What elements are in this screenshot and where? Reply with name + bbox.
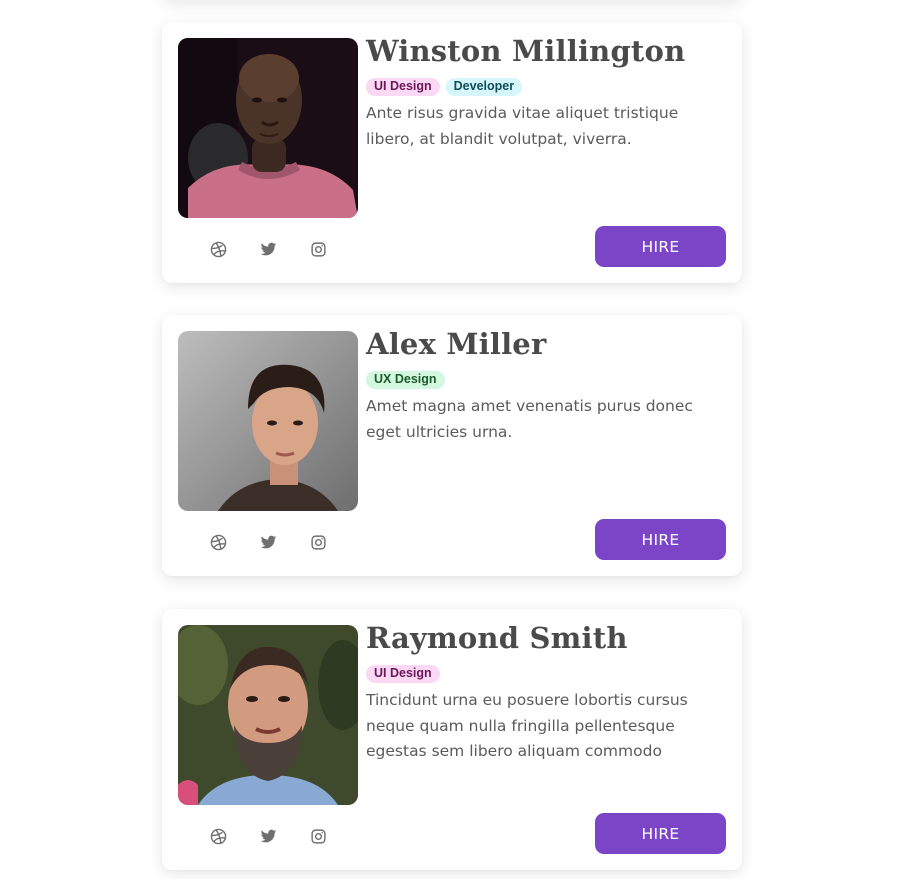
tag-developer: Developer xyxy=(445,78,523,96)
instagram-icon[interactable] xyxy=(310,828,327,845)
profile-description: Ante risus gravida vitae aliquet tristiq… xyxy=(366,104,679,148)
tag-list: UI Design xyxy=(366,665,440,683)
twitter-icon[interactable] xyxy=(260,241,277,258)
profile-description: Tincidunt urna eu posuere lobortis cursu… xyxy=(366,691,688,760)
social-links xyxy=(210,241,327,258)
dribbble-icon[interactable] xyxy=(210,534,227,551)
twitter-icon[interactable] xyxy=(260,534,277,551)
profile-card: Winston Millington UI Design Developer A… xyxy=(162,22,742,283)
social-links xyxy=(210,534,327,551)
profile-description: Amet magna amet venenatis purus donec eg… xyxy=(366,397,693,441)
profile-card: Raymond Smith UI Design Tincidunt urna e… xyxy=(162,609,742,870)
tag-ux-design: UX Design xyxy=(366,371,445,389)
profile-name: Raymond Smith xyxy=(366,621,628,655)
profile-photo xyxy=(178,625,358,805)
profile-photo xyxy=(178,331,358,511)
instagram-icon[interactable] xyxy=(310,534,327,551)
social-links xyxy=(210,828,327,845)
dribbble-icon[interactable] xyxy=(210,241,227,258)
tag-ui-design: UI Design xyxy=(366,78,440,96)
portrait-alex-image xyxy=(178,331,358,511)
twitter-icon[interactable] xyxy=(260,828,277,845)
hire-button[interactable]: HIRE xyxy=(595,813,726,854)
tag-ui-design: UI Design xyxy=(366,665,440,683)
tag-list: UI Design Developer xyxy=(366,78,523,96)
profile-card: Alex Miller UX Design Amet magna amet ve… xyxy=(162,315,742,576)
portrait-raymond-image xyxy=(178,625,358,805)
instagram-icon[interactable] xyxy=(310,241,327,258)
portrait-winston-image xyxy=(178,38,358,218)
tag-list: UX Design xyxy=(366,371,445,389)
hire-button[interactable]: HIRE xyxy=(595,519,726,560)
profile-photo xyxy=(178,38,358,218)
dribbble-icon[interactable] xyxy=(210,828,227,845)
profile-name: Alex Miller xyxy=(366,327,547,361)
profile-name: Winston Millington xyxy=(366,34,686,68)
hire-button[interactable]: HIRE xyxy=(595,226,726,267)
